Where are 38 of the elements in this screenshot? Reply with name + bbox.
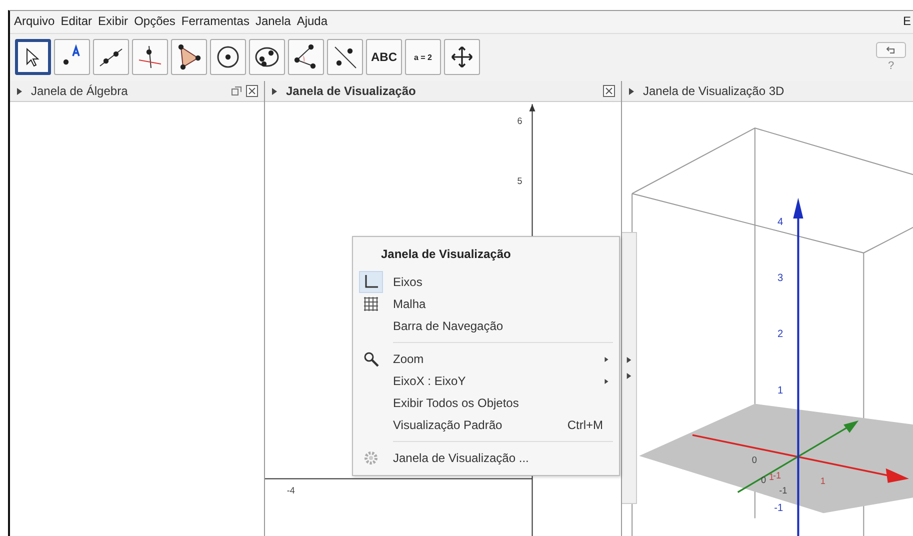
menu-item[interactable]: Arquivo [14, 14, 55, 30]
tick-label: 0 [760, 474, 766, 485]
text-tool-label: ABC [371, 50, 397, 64]
tick-label: -1 [779, 485, 788, 496]
menu-item[interactable]: Editar [60, 14, 92, 30]
tick-label: 1 [778, 385, 784, 396]
panel-title: Janela de Visualização 3D [643, 84, 784, 98]
panel-title: Janela de Visualização [286, 84, 416, 98]
context-menu-item[interactable]: Janela de Visualização ... [353, 447, 619, 469]
tick-label: -1 [773, 470, 782, 481]
context-menu-item[interactable]: Eixos [353, 271, 619, 293]
tick-label: 2 [778, 329, 784, 340]
tool-button[interactable]: a = 2 [405, 39, 441, 75]
menu-item[interactable]: Janela [255, 14, 291, 30]
tick-label: 6 [517, 116, 522, 126]
menu-item[interactable]: E [902, 14, 911, 30]
tool-button[interactable]: ABC [366, 39, 402, 75]
context-menu-item[interactable]: Visualização Padrão Ctrl+M [353, 414, 619, 436]
context-menu-item[interactable]: EixoX : EixoY [353, 370, 619, 392]
context-menu-item[interactable]: Malha [353, 293, 619, 315]
context-menu-item[interactable]: Zoom [353, 348, 619, 370]
slider-tool-label: a = 2 [414, 52, 432, 62]
menu-item[interactable]: Ajuda [296, 14, 328, 30]
menu-item[interactable]: Ferramentas [181, 14, 250, 30]
tick-label: -1 [774, 502, 784, 514]
tick-label: 5 [517, 176, 522, 186]
tick-label: -4 [286, 485, 295, 496]
menu-title: Janela de Visualização [380, 246, 512, 263]
panel-title: Janela de Álgebra [31, 84, 128, 98]
tick-label: 0 [752, 454, 757, 466]
menu-item[interactable]: Exibir [98, 14, 128, 30]
tick-label: 4 [778, 216, 784, 228]
tick-label: 1 [769, 472, 774, 482]
tick-label: 1 [820, 476, 826, 486]
context-menu-item[interactable]: Barra de Navegação [353, 315, 619, 337]
menu-item[interactable]: Opções [134, 14, 176, 30]
tick-label: 3 [778, 272, 784, 284]
context-menu-item[interactable]: Exibir Todos os Objetos [353, 392, 619, 414]
